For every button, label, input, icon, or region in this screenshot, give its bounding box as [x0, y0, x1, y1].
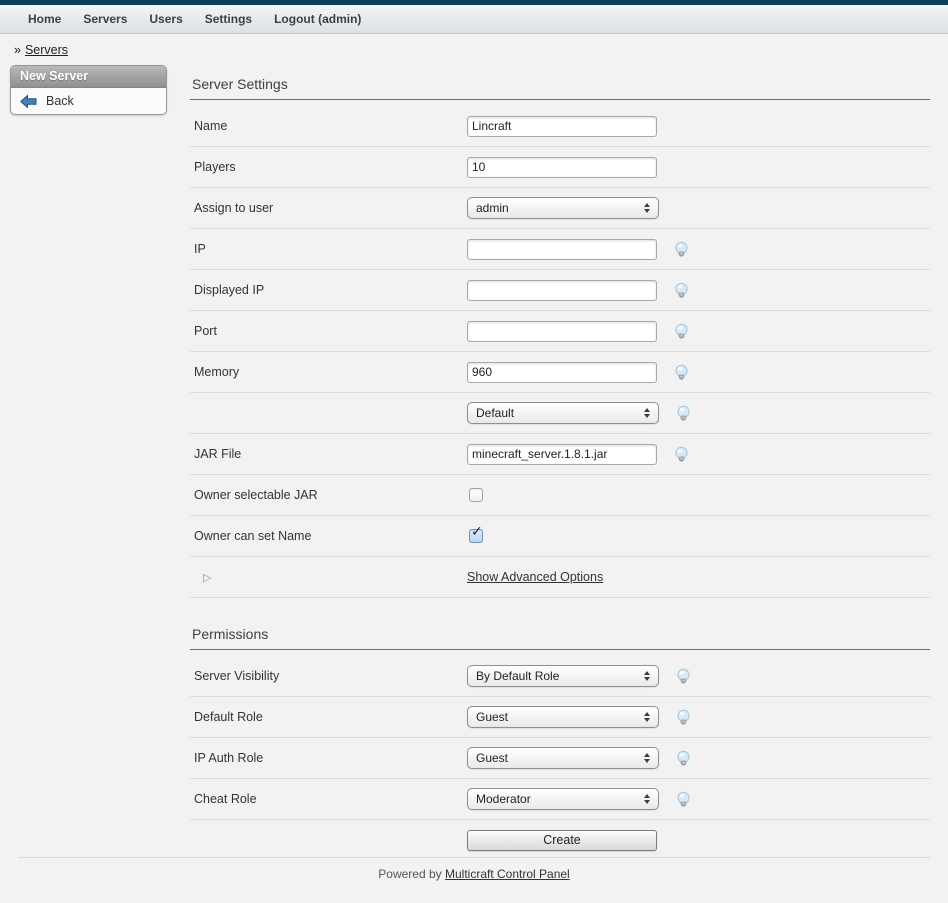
nav-item-users[interactable]: Users — [149, 12, 182, 26]
breadcrumb-servers-link[interactable]: Servers — [25, 43, 68, 57]
field-label: ▷ — [190, 570, 467, 584]
select-value: By Default Role — [476, 669, 559, 683]
show-advanced-options-link[interactable]: Show Advanced Options — [467, 570, 603, 584]
owner-selectable-jar-checkbox[interactable] — [469, 488, 483, 502]
help-bulb-icon[interactable] — [675, 750, 692, 767]
form-row-jar-file: JAR File — [190, 434, 930, 475]
page-footer: Powered by Multicraft Control Panel — [0, 857, 948, 881]
help-bulb-icon[interactable] — [675, 709, 692, 726]
field-label: Memory — [190, 365, 467, 379]
field-label: Cheat Role — [190, 792, 467, 806]
permissions-section: Permissions Server Visibility By Default… — [190, 618, 930, 860]
ip-auth-role-select[interactable]: Guest — [467, 747, 659, 769]
form-row-displayed-ip: Displayed IP — [190, 270, 930, 311]
help-bulb-icon[interactable] — [675, 791, 692, 808]
help-bulb-icon[interactable] — [673, 323, 690, 340]
form-row-ip-auth-role: IP Auth Role Guest — [190, 738, 930, 779]
field-label: JAR File — [190, 447, 467, 461]
form-row-default-profile: Default — [190, 393, 930, 434]
help-bulb-icon[interactable] — [675, 668, 692, 685]
help-bulb-icon[interactable] — [673, 364, 690, 381]
form-row-players: Players — [190, 147, 930, 188]
players-input[interactable] — [467, 157, 657, 178]
breadcrumb: » Servers — [14, 43, 948, 57]
memory-input[interactable] — [467, 362, 657, 383]
form-row-cheat-role: Cheat Role Moderator — [190, 779, 930, 820]
nav-item-servers[interactable]: Servers — [83, 12, 127, 26]
default-role-select[interactable]: Guest — [467, 706, 659, 728]
help-bulb-icon[interactable] — [673, 446, 690, 463]
ip-input[interactable] — [467, 239, 657, 260]
nav-item-settings[interactable]: Settings — [205, 12, 252, 26]
form-row-name: Name — [190, 106, 930, 147]
main-nav: Home Servers Users Settings Logout (admi… — [0, 5, 948, 34]
field-label: Name — [190, 119, 467, 133]
help-bulb-icon[interactable] — [675, 405, 692, 422]
back-arrow-icon — [20, 95, 37, 108]
create-button[interactable]: Create — [467, 830, 657, 851]
server-visibility-select[interactable]: By Default Role — [467, 665, 659, 687]
port-input[interactable] — [467, 321, 657, 342]
select-value: Guest — [476, 710, 508, 724]
select-arrows-icon — [644, 671, 650, 681]
name-input[interactable] — [467, 116, 657, 137]
assign-user-select[interactable]: admin — [467, 197, 659, 219]
select-arrows-icon — [644, 712, 650, 722]
default-profile-select[interactable]: Default — [467, 402, 659, 424]
section-rule — [190, 99, 930, 100]
expand-triangle-icon[interactable]: ▷ — [194, 572, 211, 584]
section-rule — [190, 649, 930, 650]
select-value: Default — [476, 406, 514, 420]
form-row-default-role: Default Role Guest — [190, 697, 930, 738]
form-row-ip: IP — [190, 229, 930, 270]
help-bulb-icon[interactable] — [673, 282, 690, 299]
select-arrows-icon — [644, 408, 650, 418]
nav-item-home[interactable]: Home — [28, 12, 61, 26]
main-content: Server Settings Name Players Assign to u… — [190, 68, 930, 860]
check-icon: ✓ — [471, 523, 483, 540]
jar-file-input[interactable] — [467, 444, 657, 465]
section-title-server-settings: Server Settings — [190, 68, 930, 99]
form-row-advanced-options: ▷ Show Advanced Options — [190, 557, 930, 598]
field-label: Default Role — [190, 710, 467, 724]
page: Home Servers Users Settings Logout (admi… — [0, 0, 948, 903]
breadcrumb-arrow: » — [14, 43, 21, 57]
form-row-port: Port — [190, 311, 930, 352]
select-value: Moderator — [476, 792, 531, 806]
field-label: IP — [190, 242, 467, 256]
field-label: Owner can set Name — [190, 529, 467, 543]
footer-text: Powered by Multicraft Control Panel — [0, 858, 948, 881]
field-label: Players — [190, 160, 467, 174]
select-value: admin — [476, 201, 509, 215]
sidebar-title: New Server — [11, 66, 166, 88]
field-label: Assign to user — [190, 201, 467, 215]
field-label: Displayed IP — [190, 283, 467, 297]
field-label: Port — [190, 324, 467, 338]
form-row-assign-user: Assign to user admin — [190, 188, 930, 229]
multicraft-link[interactable]: Multicraft Control Panel — [445, 867, 570, 881]
displayed-ip-input[interactable] — [467, 280, 657, 301]
nav-item-logout[interactable]: Logout (admin) — [274, 12, 361, 26]
select-arrows-icon — [644, 753, 650, 763]
form-row-owner-can-set-name: Owner can set Name ✓ — [190, 516, 930, 557]
select-value: Guest — [476, 751, 508, 765]
cheat-role-select[interactable]: Moderator — [467, 788, 659, 810]
sidebar-panel: New Server Back — [10, 65, 167, 115]
form-row-owner-selectable-jar: Owner selectable JAR — [190, 475, 930, 516]
select-arrows-icon — [644, 794, 650, 804]
powered-by-label: Powered by — [378, 867, 445, 881]
owner-can-set-name-checkbox[interactable]: ✓ — [469, 529, 483, 543]
field-label: IP Auth Role — [190, 751, 467, 765]
field-label: Server Visibility — [190, 669, 467, 683]
back-button[interactable]: Back — [11, 88, 166, 114]
form-row-memory: Memory — [190, 352, 930, 393]
help-bulb-icon[interactable] — [673, 241, 690, 258]
form-row-server-visibility: Server Visibility By Default Role — [190, 656, 930, 697]
back-label: Back — [46, 94, 74, 108]
section-title-permissions: Permissions — [190, 618, 930, 649]
select-arrows-icon — [644, 203, 650, 213]
form-row-create: Create — [190, 820, 930, 860]
field-label: Owner selectable JAR — [190, 488, 467, 502]
